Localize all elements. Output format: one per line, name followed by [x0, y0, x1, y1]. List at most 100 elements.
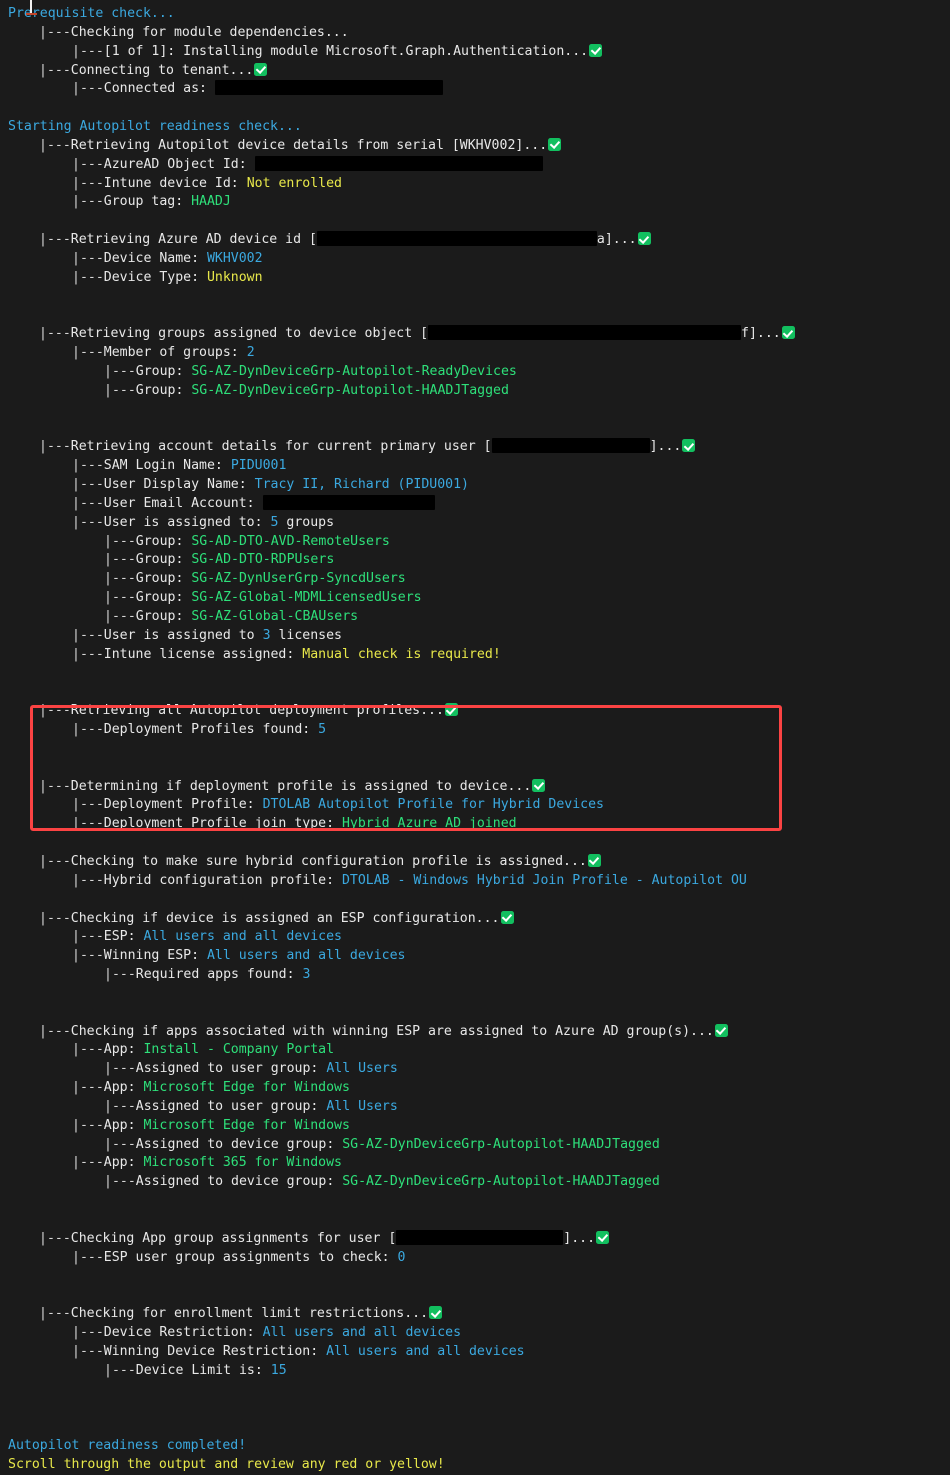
log-text-cyan: 5	[318, 722, 327, 738]
tree-connector: |---	[72, 250, 104, 266]
tree-connector: |---	[72, 1080, 104, 1096]
log-text-cyan: Autopilot readiness completed!	[8, 1438, 247, 1454]
log-text-yellow: Manual check is required!	[302, 646, 501, 662]
tree-connector: |---	[39, 853, 71, 869]
terminal-caret-underline	[26, 13, 37, 15]
log-text-white: ESP user group assignments to check:	[103, 1249, 398, 1265]
terminal-line: |---User is assigned to 3 licenses	[0, 627, 950, 646]
green-check-icon	[532, 778, 546, 792]
terminal-line: |---Intune device Id: Not enrolled	[0, 175, 950, 194]
log-text-white: Intune device Id:	[103, 175, 247, 191]
green-check-icon	[587, 853, 601, 867]
log-text-white: Device Limit is:	[135, 1362, 271, 1378]
terminal-line: |---Group: SG-AZ-DynDeviceGrp-Autopilot-…	[0, 382, 950, 401]
terminal-line: |---Hybrid configuration profile: DTOLAB…	[0, 872, 950, 891]
log-text-green: SG-AZ-Global-MDMLicensedUsers	[191, 590, 422, 606]
log-text-white: User is assigned to:	[103, 514, 271, 530]
terminal-line: |---Retrieving account details for curre…	[0, 438, 950, 457]
log-text-white: ]...	[649, 439, 682, 455]
log-text-white: [1 of 1]: Installing module Microsoft.Gr…	[103, 43, 589, 59]
terminal-line: |---Checking for module dependencies...	[0, 24, 950, 43]
terminal-line: |---Assigned to device group: SG-AZ-DynD…	[0, 1136, 950, 1155]
terminal-line: |---Device Type: Unknown	[0, 269, 950, 288]
tree-connector: |---	[72, 345, 104, 361]
log-text-white: Intune license assigned:	[103, 646, 303, 662]
tree-connector: |---	[39, 137, 71, 153]
log-text-white: a]...	[596, 232, 637, 248]
terminal-line: |---Group tag: HAADJ	[0, 193, 950, 212]
terminal-line: |---Assigned to user group: All Users	[0, 1060, 950, 1079]
green-check-icon	[429, 1306, 443, 1320]
green-check-icon	[714, 1023, 728, 1037]
log-text-white: Device Restriction:	[103, 1325, 263, 1341]
log-text-yellow: Scroll through the output and review any…	[8, 1456, 445, 1472]
terminal-line: |---User Email Account:	[0, 494, 950, 514]
log-text-white: Connected as:	[103, 81, 215, 97]
log-text-green: SG-AZ-DynDeviceGrp-Autopilot-HAADJTagged	[342, 1136, 660, 1152]
terminal-line: |---Checking if apps associated with win…	[0, 1023, 950, 1042]
terminal-line: |---Member of groups: 2	[0, 344, 950, 363]
terminal-line: |---App: Microsoft Edge for Windows	[0, 1117, 950, 1136]
green-check-icon	[596, 1230, 610, 1244]
tree-connector: |---	[72, 1325, 104, 1341]
tree-connector: |---	[104, 1136, 136, 1152]
tree-connector: |---	[104, 1098, 136, 1114]
log-text-white: Group:	[135, 533, 192, 549]
log-text-white: Checking for module dependencies...	[70, 24, 349, 40]
log-text-cyan: All users and all devices	[143, 929, 342, 945]
terminal-output[interactable]: Prerequisite check... |---Checking for mo…	[0, 0, 950, 1475]
log-text-white: Assigned to user group:	[135, 1061, 327, 1077]
green-check-icon	[589, 43, 603, 57]
log-text-white: Retrieving all Autopilot deployment prof…	[70, 703, 444, 719]
log-text-white: Device Type:	[103, 269, 207, 285]
log-text-white: Group:	[135, 590, 192, 606]
log-text-green: HAADJ	[191, 194, 231, 210]
log-text-green: SG-AD-DTO-RDPUsers	[191, 552, 335, 568]
tree-connector: |---	[104, 1061, 136, 1077]
log-text-white: Winning Device Restriction:	[103, 1343, 327, 1359]
tree-connector: |---	[72, 1117, 104, 1133]
redacted-value	[396, 1229, 564, 1245]
tree-connector: |---	[72, 872, 104, 888]
terminal-line: |---Checking App group assignments for u…	[0, 1229, 950, 1249]
log-text-white: Retrieving account details for current p…	[70, 439, 492, 455]
tree-connector: |---	[72, 797, 104, 813]
tree-connector: |---	[72, 929, 104, 945]
log-text-white: Group tag:	[103, 194, 192, 210]
log-text-cyan: All Users	[326, 1061, 398, 1077]
tree-connector: |---	[72, 458, 104, 474]
terminal-line: |---Required apps found: 3	[0, 966, 950, 985]
log-text-cyan: 0	[397, 1249, 406, 1265]
terminal-line: |---Intune license assigned: Manual chec…	[0, 646, 950, 665]
tree-connector: |---	[72, 722, 104, 738]
log-text-white: Device Name:	[103, 250, 207, 266]
tree-connector: |---	[104, 571, 136, 587]
green-check-icon	[781, 326, 795, 340]
green-check-icon	[500, 910, 514, 924]
terminal-line: |---Assigned to user group: All Users	[0, 1098, 950, 1117]
redacted-value	[316, 231, 597, 247]
terminal-line: |---Assigned to device group: SG-AZ-DynD…	[0, 1173, 950, 1192]
log-text-green: Hybrid Azure AD joined	[341, 816, 517, 832]
log-text-white: AzureAD Object Id:	[103, 156, 255, 172]
terminal-line: |---Device Restriction: All users and al…	[0, 1324, 950, 1343]
log-text-white: ]...	[563, 1230, 596, 1246]
log-text-white: App:	[103, 1155, 144, 1171]
log-text-white: App:	[103, 1042, 144, 1058]
log-text-cyan: 3	[262, 627, 271, 643]
tree-connector: |---	[72, 1249, 104, 1265]
log-text-white: Retrieving groups assigned to device obj…	[70, 326, 429, 342]
terminal-line: Starting Autopilot readiness check...	[0, 118, 950, 137]
tree-connector: |---	[39, 1306, 71, 1322]
